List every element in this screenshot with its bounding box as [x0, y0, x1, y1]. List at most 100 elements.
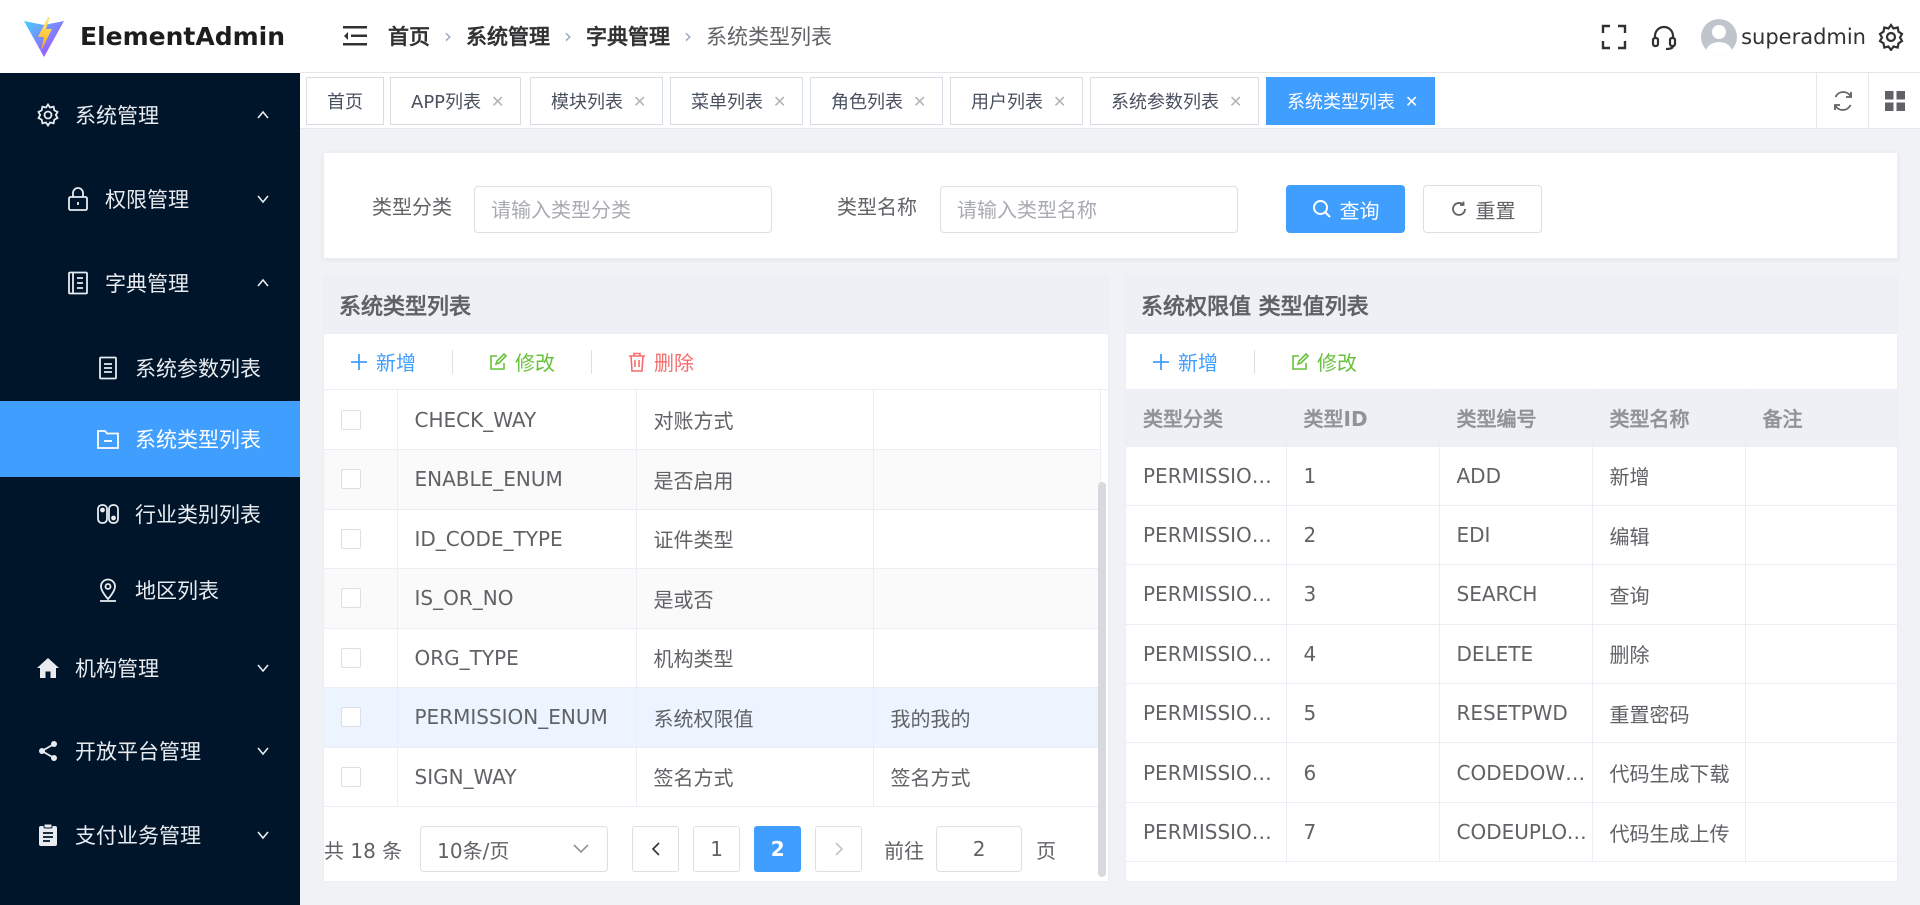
pagination-total: 共 18 条 [324, 838, 403, 863]
row-checkbox-cell [324, 509, 398, 569]
goto-page-input[interactable] [936, 826, 1023, 872]
row-checkbox[interactable] [341, 707, 361, 728]
row-checkbox[interactable] [341, 766, 361, 787]
add-value-button[interactable]: 新增 [1152, 347, 1218, 376]
edit-button[interactable]: 修改 [489, 347, 555, 376]
table-cell [873, 449, 1101, 510]
table-row[interactable]: IS_OR_NO 是或否 [324, 568, 1101, 629]
next-page-button[interactable] [815, 826, 863, 872]
table-cell: PERMISSION_ENUM [1126, 564, 1287, 625]
chevron-up-icon [257, 278, 269, 287]
tab-system-params-list[interactable]: 系统参数列表 ✕ [1090, 77, 1260, 125]
fullscreen-icon[interactable] [1597, 20, 1631, 54]
add-button[interactable]: 新增 [350, 347, 416, 376]
close-icon[interactable]: ✕ [773, 92, 786, 111]
search-icon [1312, 200, 1331, 218]
chevron-down-icon [257, 747, 269, 756]
sidebar-item-org-management[interactable]: 机构管理 [0, 636, 300, 700]
row-checkbox[interactable] [341, 528, 361, 549]
type-category-input[interactable] [474, 186, 772, 233]
tab-module-list[interactable]: 模块列表 ✕ [530, 77, 664, 125]
table-cell: PERMISSION_ENUM [1126, 802, 1287, 863]
vertical-scrollbar[interactable] [1098, 482, 1106, 877]
sidebar-item-dictionary-management[interactable]: 字典管理 [0, 251, 300, 315]
table-row[interactable]: PERMISSION_ENUM7CODEUPLOAD代码生成上传 [1126, 802, 1897, 863]
tags-view-bar: 首页 APP列表 ✕ 模块列表 ✕ 菜单列表 ✕ 角色列表 ✕ 用户列表 ✕ 系统参数列表… [300, 73, 1920, 129]
breadcrumb-separator-icon: › [444, 24, 452, 48]
refresh-icon[interactable] [1816, 73, 1868, 129]
edit-value-button[interactable]: 修改 [1291, 347, 1357, 376]
row-checkbox[interactable] [341, 469, 361, 490]
sidebar-item-payment-management[interactable]: 支付业务管理 [0, 803, 300, 867]
prev-page-button[interactable] [632, 826, 680, 872]
menu-fold-icon[interactable] [338, 18, 374, 54]
sidebar-item-region-list[interactable]: 地区列表 [0, 553, 300, 627]
table-row[interactable]: SIGN_WAY 签名方式 签名方式 [324, 747, 1101, 807]
column-header[interactable]: 类型分类 [1126, 390, 1287, 447]
close-icon[interactable]: ✕ [633, 92, 646, 111]
headset-support-icon[interactable] [1647, 20, 1681, 54]
tab-user-list[interactable]: 用户列表 ✕ [950, 77, 1084, 125]
tab-role-list[interactable]: 角色列表 ✕ [810, 77, 944, 125]
table-row[interactable]: PERMISSION_ENUM3SEARCH查询 [1126, 564, 1897, 625]
folder-icon [95, 426, 121, 452]
row-checkbox-cell [324, 747, 398, 807]
table-row[interactable]: PERMISSION_ENUM6CODEDOWNLOAD代码生成下载 [1126, 742, 1897, 803]
toolbar-divider [1254, 349, 1255, 374]
grid-menu-icon[interactable] [1868, 73, 1920, 129]
table-cell: 代码生成下载 [1592, 742, 1746, 803]
column-header[interactable]: 类型ID [1286, 390, 1440, 447]
tab-label: 模块列表 [551, 92, 623, 113]
tab-system-types-list[interactable]: 系统类型列表 ✕ [1266, 77, 1436, 125]
sidebar-item-permission-management[interactable]: 权限管理 [0, 167, 300, 231]
sidebar-item-industry-list[interactable]: 行业类别列表 [0, 477, 300, 551]
table-cell: 对账方式 [636, 390, 874, 450]
table-row[interactable]: CHECK_WAY 对账方式 [324, 390, 1101, 450]
table-cell: 机构类型 [636, 628, 874, 688]
type-name-input[interactable] [940, 186, 1238, 233]
table-row[interactable]: PERMISSION_ENUM4DELETE删除 [1126, 624, 1897, 685]
close-icon[interactable]: ✕ [491, 92, 504, 111]
tab-menu-list[interactable]: 菜单列表 ✕ [670, 77, 804, 125]
table-row-selected[interactable]: PERMISSION_ENUM 系统权限值 我的我的 [324, 687, 1101, 748]
reset-button[interactable]: 重置 [1423, 185, 1542, 233]
close-icon[interactable]: ✕ [1229, 92, 1242, 111]
breadcrumb-item-home[interactable]: 首页 [388, 21, 430, 51]
sidebar-item-label: 开放平台管理 [75, 740, 201, 764]
row-checkbox[interactable] [341, 409, 361, 430]
user-menu[interactable]: superadmin [1701, 18, 1866, 55]
query-button[interactable]: 查询 [1286, 185, 1405, 233]
breadcrumb-item-dictionary[interactable]: 字典管理 [586, 21, 670, 51]
close-icon[interactable]: ✕ [1053, 92, 1066, 111]
table-row[interactable]: PERMISSION_ENUM2EDI编辑 [1126, 505, 1897, 566]
page-1-button[interactable]: 1 [693, 826, 741, 872]
sidebar-item-system-params-list[interactable]: 系统参数列表 [0, 331, 300, 405]
tab-app-list[interactable]: APP列表 ✕ [390, 77, 522, 125]
table-row[interactable]: PERMISSION_ENUM1ADD新增 [1126, 446, 1897, 506]
table-row[interactable]: PERMISSION_ENUM5RESETPWD重置密码 [1126, 683, 1897, 744]
sidebar-item-open-platform[interactable]: 开放平台管理 [0, 719, 300, 783]
page-2-button[interactable]: 2 [754, 826, 802, 872]
pagination: 共 18 条 10条/页 1 2 前往 页 [324, 825, 1108, 873]
page-size-select[interactable]: 10条/页 [420, 826, 609, 872]
sidebar-item-system-types-list[interactable]: 系统类型列表 [0, 401, 300, 477]
row-checkbox[interactable] [341, 647, 361, 668]
chevron-down-icon [573, 844, 589, 854]
table-row[interactable]: ID_CODE_TYPE 证件类型 [324, 509, 1101, 569]
sidebar-item-system-management[interactable]: 系统管理 [0, 83, 300, 147]
column-header[interactable]: 类型编号 [1439, 390, 1593, 447]
tab-home[interactable]: 首页 [306, 77, 384, 125]
delete-button[interactable]: 删除 [628, 347, 694, 376]
column-header[interactable]: 类型名称 [1592, 390, 1746, 447]
table-row[interactable]: ORG_TYPE 机构类型 [324, 628, 1101, 688]
close-icon[interactable]: ✕ [1405, 92, 1418, 111]
close-icon[interactable]: ✕ [913, 92, 926, 111]
chevron-left-icon [651, 842, 660, 856]
table-row[interactable]: ENABLE_ENUM 是否启用 [324, 449, 1101, 510]
row-checkbox[interactable] [341, 588, 361, 609]
tab-label: APP列表 [411, 92, 482, 113]
settings-gear-icon[interactable] [1874, 20, 1908, 54]
breadcrumb-item-system[interactable]: 系统管理 [466, 21, 550, 51]
table-cell: 系统权限值 [636, 687, 874, 748]
column-header[interactable]: 备注 [1745, 390, 1897, 447]
